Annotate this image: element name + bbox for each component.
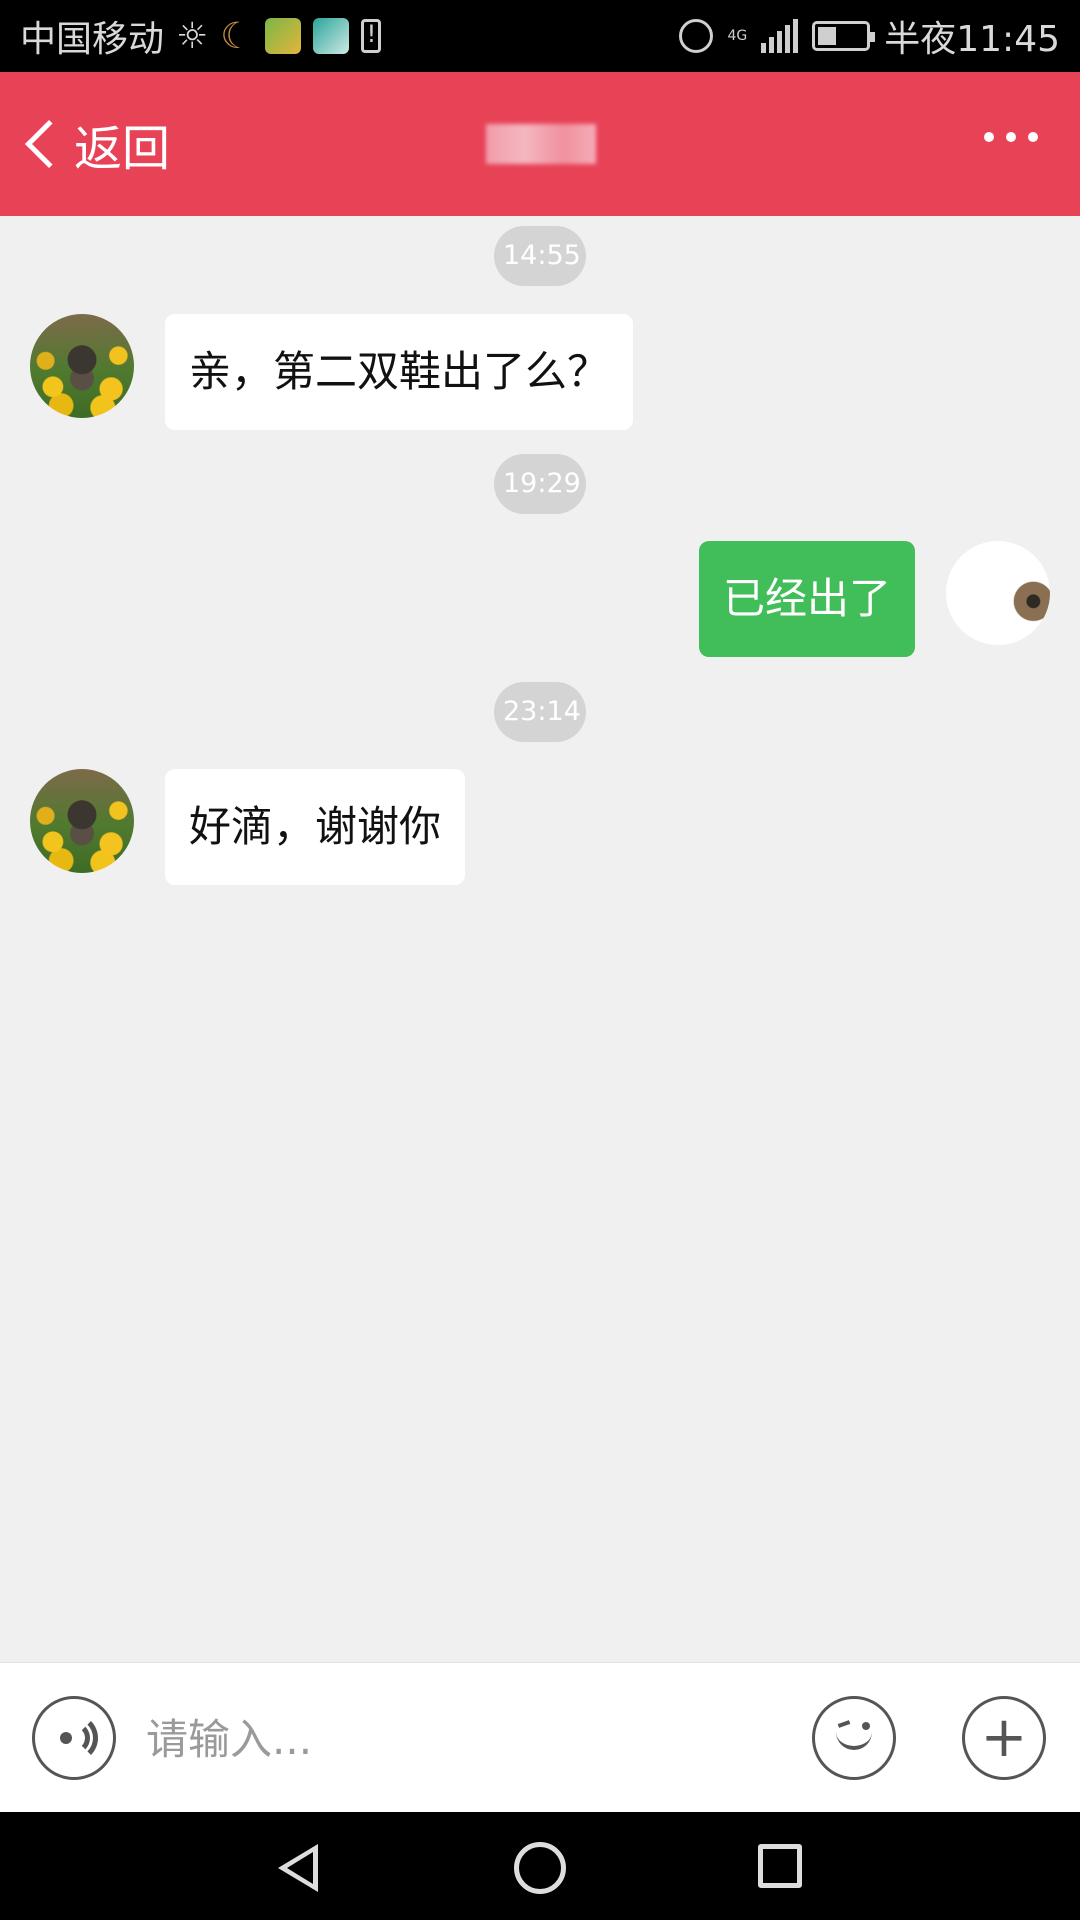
emoji-button[interactable] bbox=[812, 1696, 896, 1780]
chat-screen: 中国移动 ☼ ☾ 4G 半夜11:45 返回 14:55 亲，第二 bbox=[0, 0, 1080, 1920]
input-bar: + bbox=[0, 1662, 1080, 1812]
emoji-icon bbox=[824, 1708, 884, 1768]
status-right: 4G 半夜11:45 bbox=[679, 10, 1060, 62]
bird-app-icon bbox=[312, 18, 349, 54]
battery-icon bbox=[812, 21, 876, 51]
nav-back-icon[interactable] bbox=[278, 1844, 318, 1892]
user-avatar[interactable] bbox=[946, 541, 1050, 645]
contact-name-blurred bbox=[486, 124, 596, 164]
add-attachment-button[interactable]: + bbox=[962, 1696, 1046, 1780]
message-input[interactable] bbox=[146, 1703, 766, 1775]
outgoing-message[interactable]: 已经出了 bbox=[699, 541, 915, 657]
timestamp: 14:55 bbox=[494, 226, 586, 286]
timestamp: 19:29 bbox=[494, 454, 586, 514]
more-dots-icon bbox=[984, 132, 994, 142]
carrier-label: 中国移动 bbox=[20, 19, 165, 60]
voice-button[interactable] bbox=[32, 1696, 116, 1780]
signal-icon bbox=[761, 19, 799, 53]
network-type: 4G bbox=[727, 28, 748, 44]
contact-avatar[interactable] bbox=[30, 314, 134, 418]
plus-icon: + bbox=[980, 1705, 1028, 1770]
nav-home-icon[interactable] bbox=[514, 1842, 566, 1894]
status-left: 中国移动 ☼ ☾ bbox=[20, 10, 381, 62]
sun-icon: ☼ bbox=[176, 15, 209, 57]
battery-alert-icon bbox=[360, 19, 381, 53]
incoming-message[interactable]: 好滴，谢谢你 bbox=[165, 769, 465, 885]
moon-icon: ☾ bbox=[220, 15, 253, 57]
contact-avatar[interactable] bbox=[30, 769, 134, 873]
back-label: 返回 bbox=[74, 121, 171, 177]
system-nav-bar bbox=[0, 1812, 1080, 1920]
voice-icon bbox=[52, 1714, 98, 1762]
kids-app-icon bbox=[264, 18, 301, 54]
chevron-left-icon bbox=[24, 119, 74, 169]
clock: 半夜11:45 bbox=[884, 19, 1060, 60]
chat-header: 返回 bbox=[0, 72, 1080, 216]
more-button[interactable] bbox=[984, 132, 1038, 142]
alarm-icon bbox=[679, 19, 714, 53]
nav-recents-icon[interactable] bbox=[758, 1844, 802, 1888]
incoming-message[interactable]: 亲，第二双鞋出了么？ bbox=[165, 314, 633, 430]
back-button[interactable]: 返回 bbox=[0, 72, 170, 216]
timestamp: 23:14 bbox=[494, 682, 586, 742]
status-bar: 中国移动 ☼ ☾ 4G 半夜11:45 bbox=[0, 0, 1080, 72]
